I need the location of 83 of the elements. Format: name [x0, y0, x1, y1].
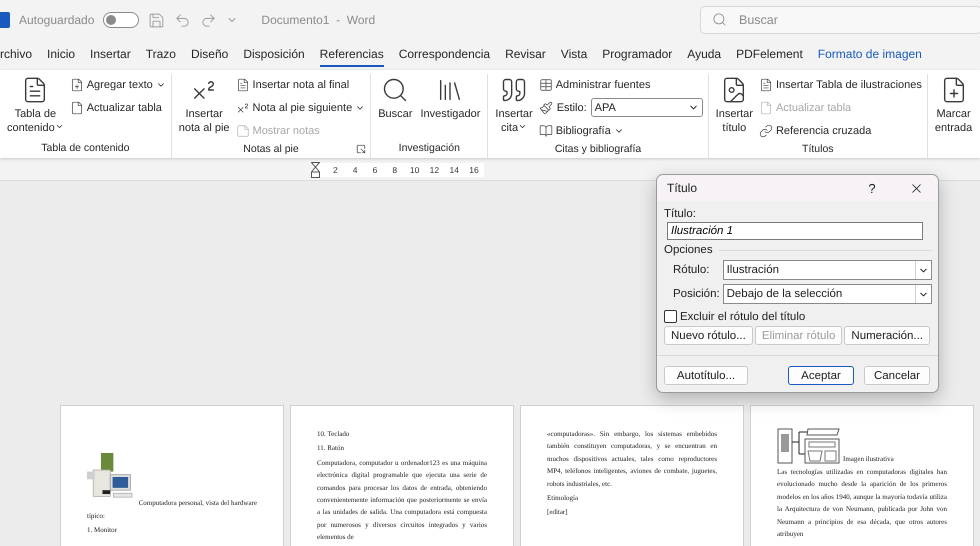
undo-icon[interactable]: [174, 12, 192, 28]
menu-tab[interactable]: Diseño: [190, 43, 228, 67]
dropdown-field[interactable]: Ilustración: [722, 260, 932, 280]
ribbon-button[interactable]: Referencia cruzada: [758, 120, 922, 141]
help-button[interactable]: ?: [850, 180, 894, 196]
dialog-launcher-icon[interactable]: [356, 144, 366, 154]
dialog-button[interactable]: Numeración...: [844, 326, 930, 345]
field-label: Rótulo:: [673, 264, 710, 276]
menu-tab[interactable]: Ayuda: [687, 43, 722, 67]
link-icon: [758, 124, 773, 138]
menu-tab[interactable]: Insertar: [90, 43, 131, 67]
menu-tab[interactable]: Referencias: [320, 43, 384, 67]
ribbon-button[interactable]: Insertar nota al final: [236, 74, 366, 95]
document-icon: [758, 100, 773, 114]
ruler-number: 2: [332, 165, 339, 175]
ribbon-button[interactable]: Insertar cita: [493, 74, 535, 141]
redo-icon[interactable]: [200, 12, 218, 28]
ribbon-button[interactable]: Administrar fuentes: [538, 74, 703, 95]
document-icon: [70, 100, 84, 114]
ruler-number: 16: [468, 165, 480, 175]
menu-tab[interactable]: Inicio: [47, 43, 76, 67]
ruler-number: 8: [391, 165, 398, 175]
field-label: Título:: [664, 208, 697, 220]
save-icon[interactable]: [148, 12, 166, 28]
dialog-title: Título: [667, 181, 698, 195]
menu-tab[interactable]: Programador: [602, 43, 672, 67]
style-label: Estilo:: [556, 102, 587, 114]
group-label: Títulos: [801, 142, 835, 157]
checkbox-label: Excluir el rótulo del título: [680, 310, 806, 322]
style-select[interactable]: APA: [590, 98, 703, 117]
ribbon-button[interactable]: Buscar: [376, 74, 414, 140]
dialog-button[interactable]: Aceptar: [788, 366, 854, 385]
document-icon: [236, 78, 250, 92]
ribbon-button[interactable]: Agregar texto: [70, 74, 166, 95]
caret-icon: [54, 122, 64, 131]
diagram-drawing: [777, 428, 841, 464]
search-field[interactable]: Buscar: [700, 6, 980, 34]
ribbon-button[interactable]: Nota al pie siguiente: [236, 97, 366, 118]
ribbon-button[interactable]: Tabla de contenido: [5, 74, 66, 140]
window-title: Documento1 - Word: [261, 13, 376, 27]
indent-marker-icon[interactable]: [311, 162, 320, 178]
menu-tab[interactable]: Disposición: [243, 43, 305, 67]
group-label: Notas al pie: [242, 142, 300, 157]
group-label: Citas y bibliografía: [554, 142, 642, 157]
dialog-button[interactable]: Nuevo rótulo...: [664, 326, 753, 345]
document-icon: [758, 78, 773, 92]
paintbrush-icon: [538, 100, 553, 114]
menu-tab[interactable]: Trazo: [146, 43, 176, 67]
ribbon-button[interactable]: Bibliografía: [538, 120, 703, 141]
group-label: Tabla de contenido: [40, 141, 130, 156]
ruler-number: 4: [352, 165, 359, 175]
dropdown-field[interactable]: Debajo de la selección: [722, 284, 932, 304]
dialog-button[interactable]: Autotítulo...: [664, 366, 748, 385]
autosave-toggle[interactable]: [103, 12, 140, 28]
autosave-label: Autoguardado: [19, 13, 94, 27]
menu-tab[interactable]: Correspondencia: [398, 43, 490, 67]
table-icon: [538, 78, 553, 92]
ribbon-button[interactable]: Investigador: [418, 74, 482, 140]
ruler-number: 12: [428, 165, 440, 175]
caret-icon: [518, 122, 528, 131]
ruler-number: 14: [448, 165, 460, 175]
ribbon-button[interactable]: Marcar entrada: [932, 74, 974, 158]
caption-input-field[interactable]: Ilustración 1: [667, 222, 923, 240]
checkbox[interactable]: [664, 310, 677, 323]
ribbon-button[interactable]: Insertar nota al pie: [176, 74, 232, 141]
ribbon-button[interactable]: Insertar Tabla de ilustraciones: [758, 74, 922, 95]
options-label: Opciones: [664, 244, 713, 256]
group-label: Investigación: [398, 141, 461, 156]
menu-tab[interactable]: PDFelement: [736, 43, 803, 67]
document-plus-icon: [70, 78, 84, 92]
book-icon: [538, 124, 553, 138]
field-label: Posición:: [673, 288, 721, 300]
menu-tab[interactable]: Formato de imagen: [818, 43, 922, 67]
superscript-icon: [236, 100, 250, 114]
menu-tab[interactable]: rchivo: [0, 43, 32, 67]
ribbon-button[interactable]: Insertar título: [714, 74, 755, 141]
menu-tab[interactable]: Revisar: [505, 43, 546, 67]
dialog-button[interactable]: Cancelar: [864, 366, 930, 385]
ribbon-button[interactable]: Actualizar tabla: [70, 97, 166, 118]
ruler-number: 6: [372, 165, 378, 175]
search-icon: [712, 12, 727, 27]
menu-tab[interactable]: Vista: [560, 43, 588, 67]
ruler-number: 10: [408, 165, 420, 175]
